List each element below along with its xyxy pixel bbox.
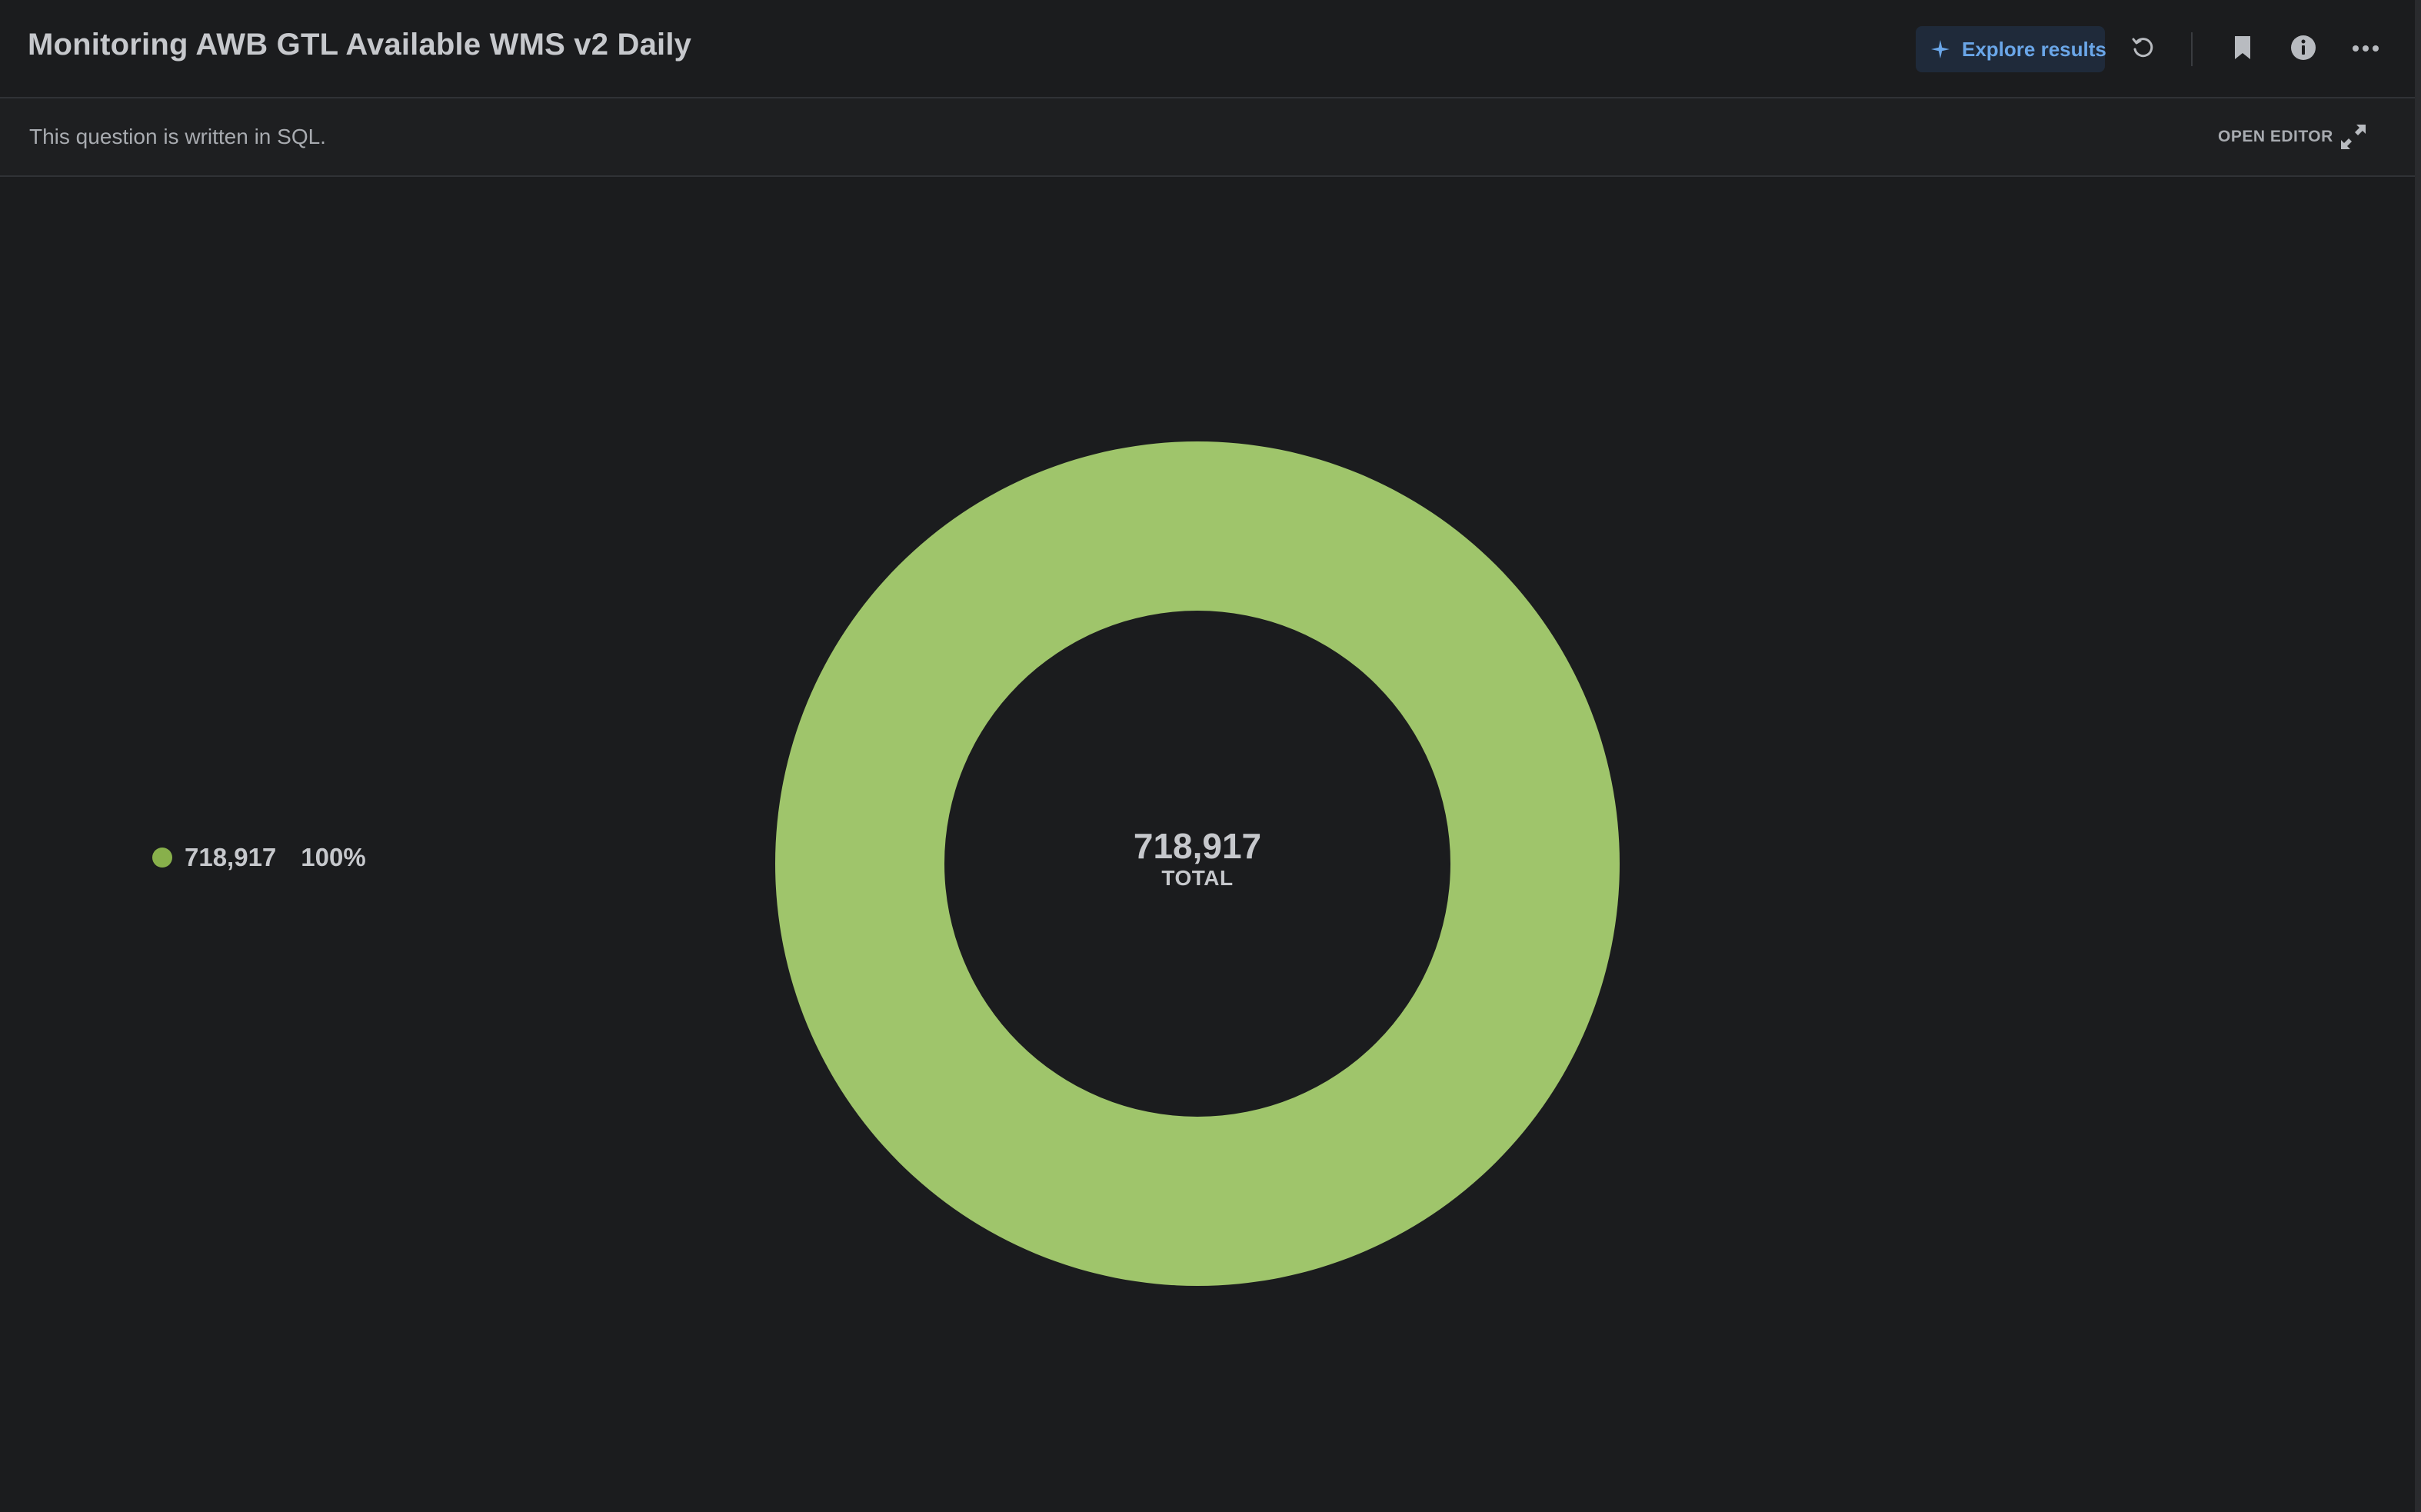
bookmark-icon [2232,35,2253,65]
explore-results-label: Explore results [1962,37,2106,61]
legend-percent: 100% [301,843,366,871]
more-icon [2352,42,2379,56]
scrollbar[interactable] [2415,0,2421,1512]
total-value: 718,917 [1133,826,1262,866]
donut-center-label: 718,917 TOTAL [1044,825,1351,890]
page-title: Monitoring AWB GTL Available WMS v2 Dail… [28,28,692,62]
chart-legend: 718,917 100% [152,843,366,872]
legend-dot [152,848,172,868]
refresh-icon [2130,35,2156,65]
refresh-button[interactable] [2124,31,2161,68]
app-window: Monitoring AWB GTL Available WMS v2 Dail… [0,0,2421,1512]
sql-note: This question is written in SQL. [29,125,326,148]
native-query-bar: This question is written in SQL. OPEN ED… [0,98,2415,177]
explore-results-button[interactable]: Explore results [1916,26,2106,72]
toolbar-divider [2191,32,2193,66]
total-caption: TOTAL [1161,866,1234,890]
info-button[interactable] [2285,31,2322,68]
info-icon [2289,34,2317,65]
expand-icon[interactable] [2336,120,2370,154]
question-header: Monitoring AWB GTL Available WMS v2 Dail… [0,0,2415,98]
legend-value: 718,917 [185,843,277,871]
sparkle-icon [1930,38,1951,60]
more-options-button[interactable] [2347,31,2384,68]
open-editor-button[interactable]: OPEN EDITOR [2218,128,2333,146]
bookmark-button[interactable] [2224,31,2261,68]
